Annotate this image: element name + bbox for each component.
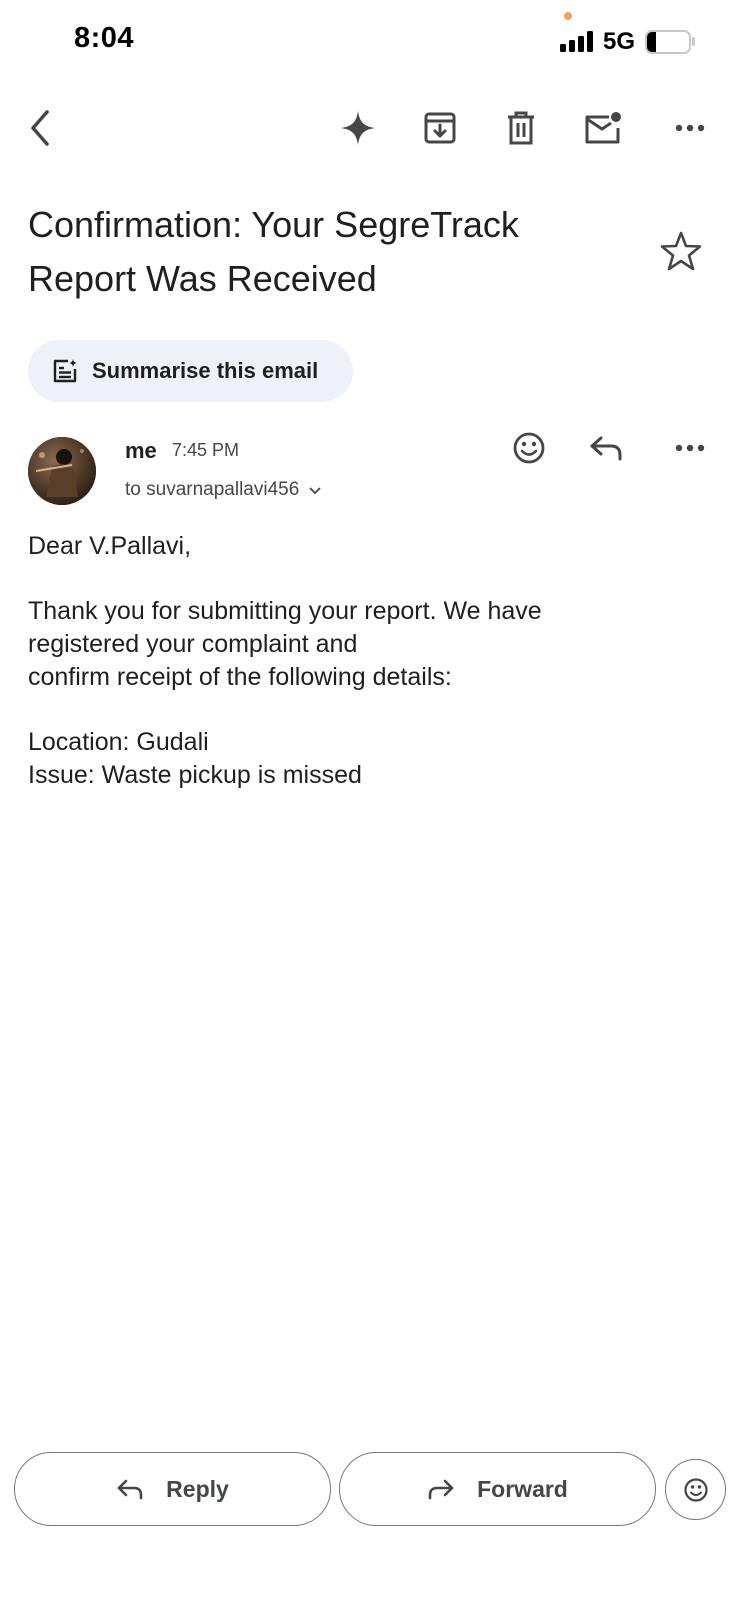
- archive-icon: [424, 112, 456, 144]
- network-type: 5G: [603, 28, 636, 55]
- more-options-button[interactable]: [662, 100, 718, 156]
- sender-avatar[interactable]: [28, 437, 96, 505]
- email-subject: Confirmation: Your SegreTrack Report Was…: [28, 198, 588, 306]
- archive-button[interactable]: [412, 100, 468, 156]
- signal-icon: [560, 30, 594, 52]
- star-button[interactable]: [660, 230, 702, 272]
- summarise-icon: [53, 359, 77, 383]
- delete-button[interactable]: [493, 100, 549, 156]
- battery-level: 21: [658, 33, 678, 52]
- forward-label: Forward: [477, 1475, 568, 1502]
- status-time: 8:04: [74, 22, 135, 54]
- reply-icon: [590, 436, 622, 461]
- email-body: Dear V.Pallavi, Thank you for submitting…: [28, 530, 688, 792]
- battery-icon: 21: [645, 30, 691, 54]
- reply-label: Reply: [166, 1475, 229, 1502]
- body-line: registered your complaint and: [28, 630, 358, 658]
- add-reaction-button[interactable]: [501, 420, 557, 476]
- emoji-icon: [683, 1477, 708, 1502]
- summarise-label: Summarise this email: [92, 358, 319, 383]
- battery-cap: [692, 37, 695, 46]
- more-icon: [675, 124, 705, 132]
- sender-name: me: [125, 438, 157, 463]
- reply-button[interactable]: Reply: [14, 1452, 331, 1526]
- message-more-button[interactable]: [662, 420, 718, 476]
- subject-line-2: Report Was Received: [28, 258, 377, 299]
- subject-line-1: Confirmation: Your SegreTrack: [28, 204, 519, 245]
- reply-icon-button[interactable]: [578, 420, 634, 476]
- star-icon: [660, 231, 702, 271]
- recipient-details-toggle[interactable]: to suvarnapallavi456: [125, 479, 323, 501]
- trash-icon: [508, 111, 534, 145]
- emoji-icon: [513, 432, 545, 464]
- recipient-line: to suvarnapallavi456: [125, 479, 300, 500]
- summarise-email-button[interactable]: Summarise this email: [28, 340, 353, 402]
- back-button[interactable]: [12, 100, 68, 156]
- reply-icon: [117, 1479, 143, 1500]
- chevron-left-icon: [31, 110, 49, 146]
- privacy-indicator-dot: [564, 12, 572, 20]
- mark-unread-icon: [585, 112, 621, 144]
- emoji-reaction-button[interactable]: [665, 1459, 726, 1520]
- forward-icon: [428, 1479, 454, 1500]
- sparkle-icon: [341, 111, 375, 145]
- forward-button[interactable]: Forward: [339, 1452, 656, 1526]
- chevron-down-icon: [309, 487, 321, 495]
- body-greeting: Dear V.Pallavi,: [28, 532, 192, 560]
- body-line: Thank you for submitting your report. We…: [28, 597, 542, 625]
- email-time: 7:45 PM: [172, 440, 240, 460]
- mark-unread-button[interactable]: [575, 100, 631, 156]
- body-issue: Issue: Waste pickup is missed: [28, 761, 362, 789]
- more-icon: [675, 444, 705, 452]
- body-location: Location: Gudali: [28, 728, 209, 756]
- gemini-button[interactable]: [330, 100, 386, 156]
- body-line: confirm receipt of the following details…: [28, 663, 452, 691]
